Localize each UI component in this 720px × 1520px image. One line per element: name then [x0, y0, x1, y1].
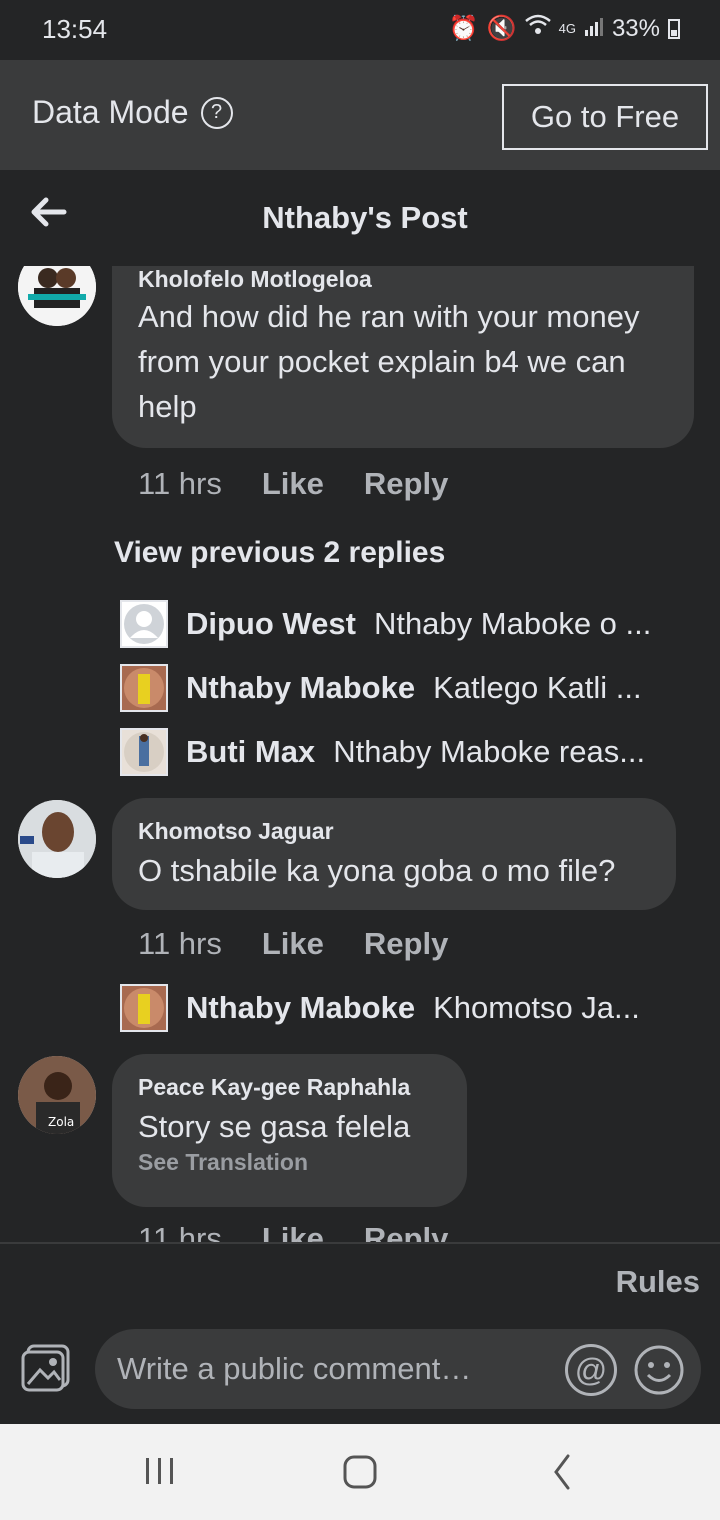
reply-button[interactable]: Reply: [364, 1221, 448, 1242]
reply-row[interactable]: Nthaby Maboke Katlego Katli ...: [120, 663, 680, 713]
view-previous-replies[interactable]: View previous 2 replies: [114, 536, 445, 570]
back-icon[interactable]: [532, 1450, 592, 1494]
data-mode-label[interactable]: Data Mode ?: [32, 94, 233, 131]
system-nav-bar: [0, 1424, 720, 1520]
alarm-icon: ⏰: [448, 15, 479, 42]
comment-actions: 11 hrs Like Reply: [138, 1221, 448, 1242]
rules-link[interactable]: Rules: [616, 1264, 700, 1300]
mention-icon[interactable]: @: [565, 1344, 617, 1396]
comment-author[interactable]: Khomotso Jaguar: [138, 818, 334, 845]
avatar[interactable]: [18, 800, 96, 878]
reply-text: Nthaby Maboke reas...: [333, 734, 646, 769]
status-bar: 13:54 ⏰ 🔇 4G 33%: [0, 0, 720, 60]
data-mode-text: Data Mode: [32, 94, 189, 130]
reply-button[interactable]: Reply: [364, 466, 448, 502]
comment-author[interactable]: Kholofelo Motlogeloa: [138, 266, 372, 293]
like-button[interactable]: Like: [262, 926, 324, 962]
see-translation-link[interactable]: See Translation: [138, 1149, 308, 1176]
comments-feed[interactable]: Kholofelo Motlogeloa And how did he ran …: [0, 266, 720, 1242]
avatar: [120, 728, 168, 776]
reply-author[interactable]: Nthaby Maboke: [186, 670, 415, 706]
reply-text: Katlego Katli ...: [433, 670, 642, 705]
avatar[interactable]: [18, 266, 96, 326]
avatar: [120, 664, 168, 712]
comment-actions: 11 hrs Like Reply: [138, 926, 448, 962]
emoji-icon[interactable]: [633, 1344, 685, 1396]
like-button[interactable]: Like: [262, 1221, 324, 1242]
comment-time: 11 hrs: [138, 466, 222, 501]
comment-actions: 11 hrs Like Reply: [138, 466, 448, 502]
help-icon[interactable]: ?: [200, 96, 233, 129]
reply-author[interactable]: Nthaby Maboke: [186, 990, 415, 1026]
comment-bubble[interactable]: Khomotso Jaguar O tshabile ka yona goba …: [112, 798, 676, 910]
comment-bubble[interactable]: Kholofelo Motlogeloa And how did he ran …: [112, 266, 694, 448]
comment-composer: Rules @: [0, 1244, 720, 1424]
avatar[interactable]: Zola: [18, 1056, 96, 1134]
comment-time: 11 hrs: [138, 1221, 222, 1242]
reply-text: Nthaby Maboke o ...: [373, 606, 652, 641]
page-title: Nthaby's Post: [262, 200, 468, 235]
home-icon[interactable]: [330, 1450, 390, 1494]
photo-icon[interactable]: [20, 1342, 72, 1394]
reply-button[interactable]: Reply: [364, 926, 448, 962]
battery-percent: 33%: [611, 14, 660, 42]
battery-icon: [668, 18, 680, 39]
status-icons: ⏰ 🔇 4G 33%: [449, 14, 680, 43]
network-type: 4G: [558, 21, 576, 36]
post-header: Nthaby's Post: [0, 170, 720, 266]
comment-text: Story se gasa felela: [138, 1109, 411, 1144]
svg-text:Zola: Zola: [48, 1115, 74, 1129]
go-to-free-button[interactable]: Go to Free: [502, 84, 708, 150]
comment-text: O tshabile ka yona goba o mo file?: [138, 853, 616, 888]
avatar: [120, 984, 168, 1032]
mute-icon: 🔇: [486, 15, 517, 42]
avatar: [120, 600, 168, 648]
reply-text: Khomotso Ja...: [433, 990, 640, 1025]
like-button[interactable]: Like: [262, 466, 324, 502]
status-time: 13:54: [42, 14, 108, 44]
wifi-icon: [524, 14, 551, 43]
reply-author[interactable]: Dipuo West: [186, 606, 356, 642]
comment-author[interactable]: Peace Kay-gee Raphahla: [138, 1074, 410, 1101]
reply-row[interactable]: Buti Max Nthaby Maboke reas...: [120, 727, 680, 777]
reply-author[interactable]: Buti Max: [186, 734, 315, 770]
comment-time: 11 hrs: [138, 926, 222, 961]
comment-text: And how did he ran with your money from …: [138, 299, 640, 424]
reply-row[interactable]: Nthaby Maboke Khomotso Ja...: [120, 983, 680, 1033]
comment-bubble[interactable]: Peace Kay-gee Raphahla Story se gasa fel…: [112, 1054, 467, 1207]
data-mode-bar: Data Mode ? Go to Free: [0, 60, 720, 170]
recent-apps-icon[interactable]: [130, 1450, 190, 1494]
signal-icon: [584, 15, 604, 43]
reply-row[interactable]: Dipuo West Nthaby Maboke o ...: [120, 599, 680, 649]
